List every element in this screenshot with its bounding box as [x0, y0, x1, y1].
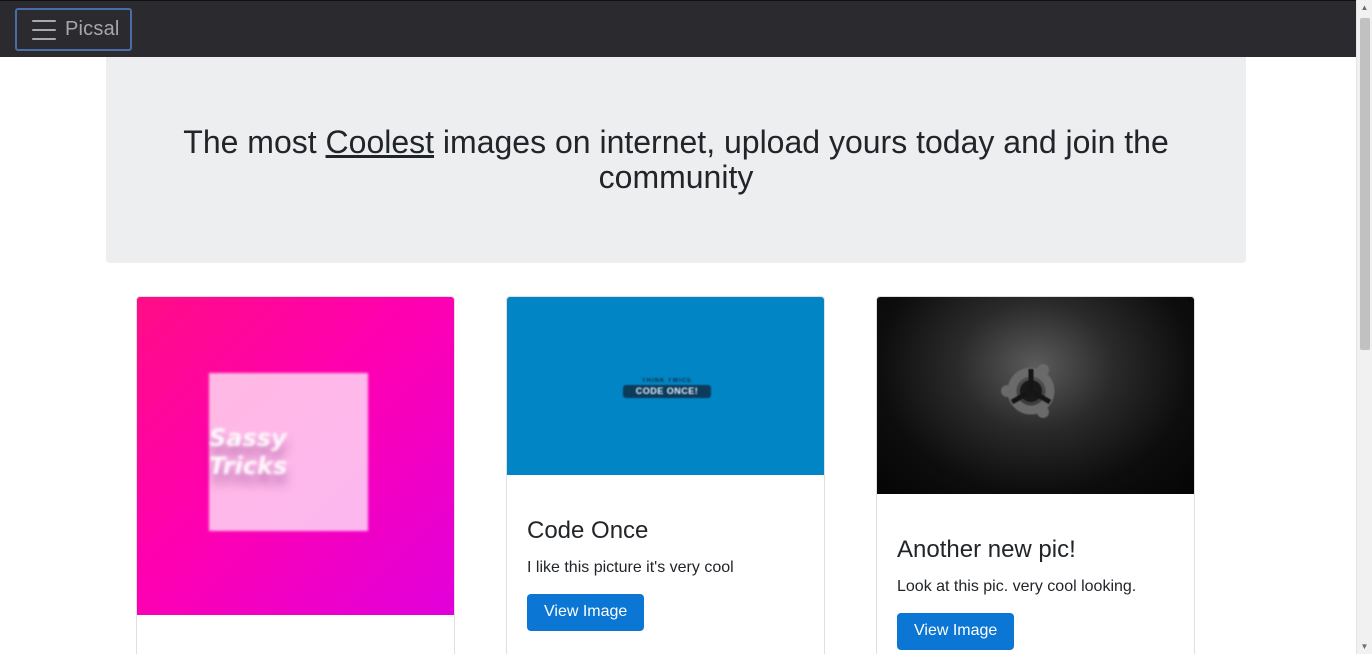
card-image-subcaption: THINK TWICE	[641, 378, 693, 384]
card-image-caption: CODE ONCE!	[623, 385, 711, 398]
scroll-down-arrow-icon[interactable]: ▼	[1357, 639, 1372, 654]
card-image[interactable]: Sassy Tricks	[137, 297, 454, 615]
image-card: THINK TWICE CODE ONCE! Code Once I like …	[506, 296, 825, 654]
hamburger-menu-icon	[32, 19, 56, 40]
card-image[interactable]: THINK TWICE CODE ONCE!	[507, 297, 824, 475]
ubuntu-logo-icon	[1001, 364, 1055, 418]
image-card: Sassy Tricks	[136, 296, 455, 654]
scroll-up-arrow-icon[interactable]: ▲	[1357, 0, 1372, 15]
card-body: Code Once I like this picture it's very …	[527, 517, 804, 631]
navbar-toggle-button[interactable]: Picsal	[15, 8, 132, 51]
hero-title-end: images on internet, upload yours today a…	[434, 124, 1169, 195]
hero-banner: The most Coolest images on internet, upl…	[106, 57, 1246, 263]
hero-title-start: The most	[183, 124, 326, 160]
view-image-button[interactable]: View Image	[527, 594, 645, 631]
card-title: Another new pic!	[897, 536, 1076, 563]
top-navbar: Picsal	[0, 0, 1356, 57]
card-text: I like this picture it's very cool	[527, 559, 734, 576]
view-image-button[interactable]: View Image	[897, 613, 1015, 650]
code-once-graphic: THINK TWICE CODE ONCE!	[623, 378, 711, 399]
scrollbar-thumb[interactable]	[1360, 18, 1370, 350]
hero-title: The most Coolest images on internet, upl…	[176, 125, 1176, 195]
card-title: Code Once	[527, 517, 649, 544]
card-body: Another new pic! Look at this pic. very …	[897, 536, 1174, 650]
image-card: Another new pic! Look at this pic. very …	[876, 296, 1195, 654]
brand-name: Picsal	[65, 18, 120, 40]
hero-title-emphasis: Coolest	[325, 124, 435, 160]
sassy-tricks-graphic: Sassy Tricks	[209, 373, 368, 531]
card-text: Look at this pic. very cool looking.	[897, 578, 1137, 595]
card-image[interactable]	[877, 297, 1194, 494]
vertical-scrollbar[interactable]: ▲ ▼	[1356, 0, 1372, 654]
card-image-caption: Sassy Tricks	[209, 424, 288, 480]
